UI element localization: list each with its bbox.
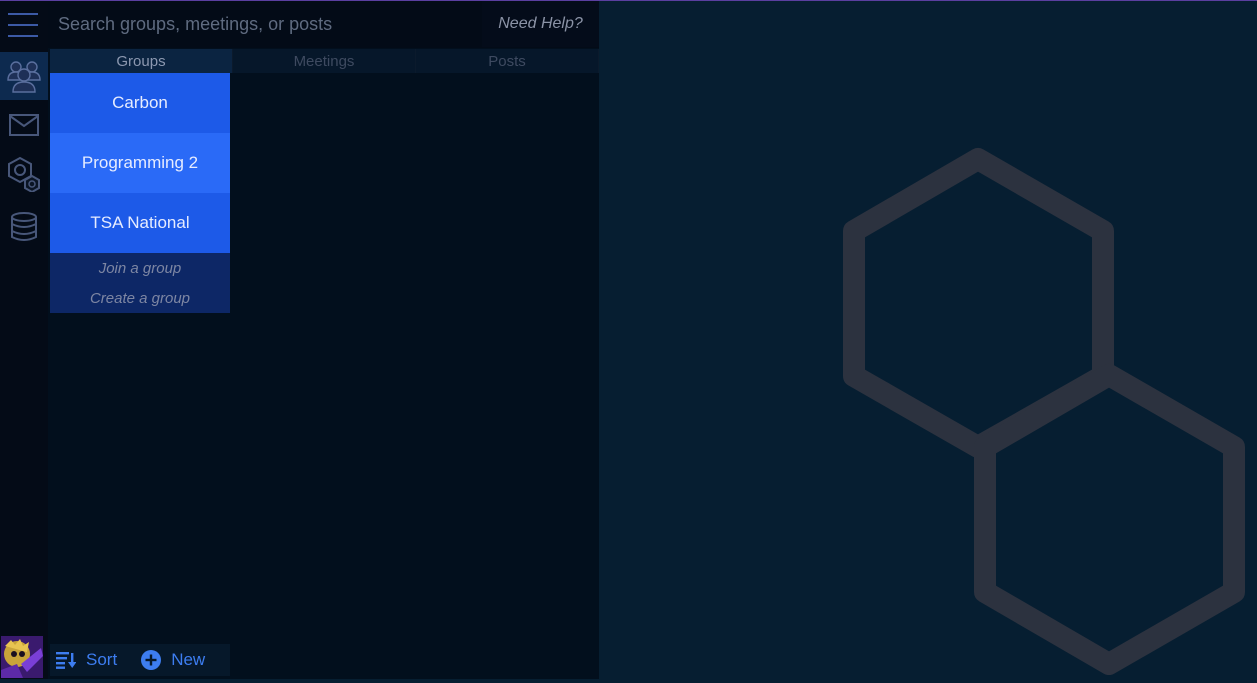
avatar-icon: [1, 636, 43, 678]
sort-icon: [56, 652, 76, 669]
menu-line: [8, 35, 38, 37]
group-list: Carbon Programming 2 TSA National Join a…: [50, 73, 230, 313]
rail-groups-button[interactable]: [0, 52, 48, 100]
group-item-tsa-national[interactable]: TSA National: [50, 193, 230, 253]
plus-circle-icon: [141, 650, 162, 670]
create-group-link[interactable]: Create a group: [50, 283, 230, 313]
user-avatar[interactable]: [1, 636, 43, 678]
bottom-toolbar: Sort New: [50, 644, 230, 676]
group-item-carbon[interactable]: Carbon: [50, 73, 230, 133]
mail-icon: [9, 114, 39, 136]
new-button[interactable]: New: [141, 650, 205, 670]
sort-label: Sort: [86, 650, 118, 669]
tab-bar: Groups Meetings Posts: [50, 49, 599, 73]
tab-posts[interactable]: Posts: [416, 49, 599, 73]
rail-mail-button[interactable]: [0, 101, 48, 149]
hexagon-logo: [843, 148, 1245, 675]
new-label: New: [171, 650, 206, 669]
sort-button[interactable]: Sort: [56, 650, 117, 670]
join-group-link[interactable]: Join a group: [50, 253, 230, 283]
tab-meetings[interactable]: Meetings: [233, 49, 416, 73]
settings-hexagons-icon: [8, 156, 40, 192]
tab-groups[interactable]: Groups: [50, 49, 233, 73]
groups-panel: Need Help? Groups Meetings Posts Carbon …: [48, 1, 599, 679]
database-icon: [11, 212, 37, 241]
hamburger-menu-button[interactable]: [0, 1, 48, 49]
groups-icon: [7, 61, 41, 93]
menu-line: [8, 24, 38, 26]
need-help-button[interactable]: Need Help?: [482, 1, 599, 47]
search-input[interactable]: [48, 1, 478, 48]
rail-database-button[interactable]: [0, 203, 48, 251]
icon-rail: [0, 1, 48, 679]
search-bar: Need Help?: [48, 1, 599, 48]
menu-line: [8, 13, 38, 15]
rail-settings-button[interactable]: [0, 150, 48, 198]
group-item-programming-2[interactable]: Programming 2: [50, 133, 230, 193]
